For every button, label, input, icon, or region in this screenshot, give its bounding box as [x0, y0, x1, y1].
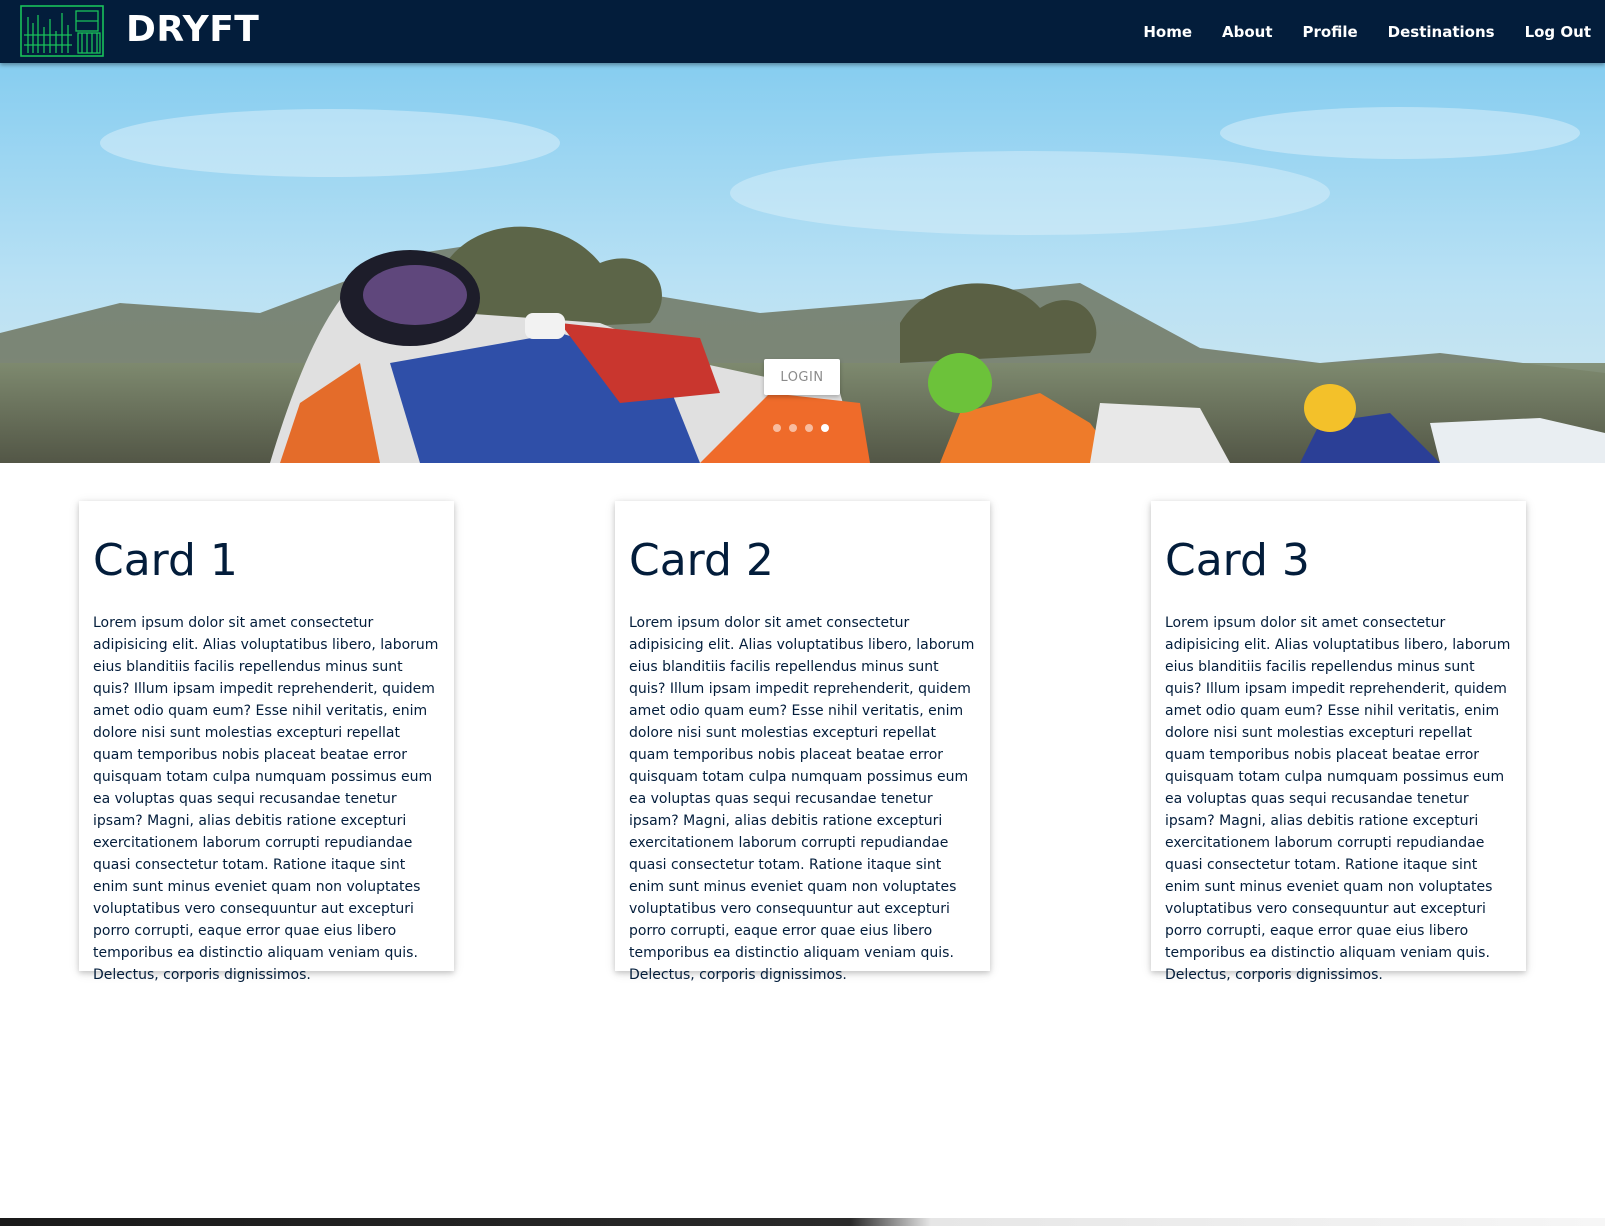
- main-nav: Home About Profile Destinations Log Out: [1113, 0, 1591, 63]
- card-title: Card 3: [1165, 535, 1310, 586]
- motorcycle-racing-photo: [0, 63, 1605, 463]
- brand-name[interactable]: DRYFT: [126, 9, 259, 50]
- card-text: Lorem ipsum dolor sit amet consectetur a…: [629, 615, 975, 983]
- card-3: Card 3 Lorem ipsum dolor sit amet consec…: [1151, 501, 1526, 983]
- city-skyline-logo-icon[interactable]: [20, 5, 104, 57]
- hero-carousel: LOGIN: [0, 63, 1605, 463]
- carousel-indicator-active[interactable]: [821, 424, 829, 432]
- nav-destinations-link[interactable]: Destinations: [1388, 23, 1495, 41]
- card-text: Lorem ipsum dolor sit amet consectetur a…: [1165, 615, 1511, 983]
- card-2: Card 2 Lorem ipsum dolor sit amet consec…: [615, 501, 990, 983]
- nav-logout-link[interactable]: Log Out: [1525, 23, 1591, 41]
- nav-home-link[interactable]: Home: [1143, 23, 1192, 41]
- card-1: Card 1 Lorem ipsum dolor sit amet consec…: [79, 501, 454, 983]
- page-bottom-edge: [0, 1218, 1605, 1226]
- card-text: Lorem ipsum dolor sit amet consectetur a…: [93, 615, 439, 983]
- card-title: Card 2: [629, 535, 774, 586]
- carousel-indicator[interactable]: [805, 424, 813, 432]
- carousel-indicator[interactable]: [789, 424, 797, 432]
- carousel-indicators: [773, 424, 837, 432]
- top-navbar: DRYFT Home About Profile Destinations Lo…: [0, 0, 1605, 63]
- nav-about-link[interactable]: About: [1222, 23, 1273, 41]
- nav-profile-link[interactable]: Profile: [1303, 23, 1358, 41]
- card-title: Card 1: [93, 535, 238, 586]
- carousel-indicator[interactable]: [773, 424, 781, 432]
- login-button[interactable]: LOGIN: [764, 359, 840, 395]
